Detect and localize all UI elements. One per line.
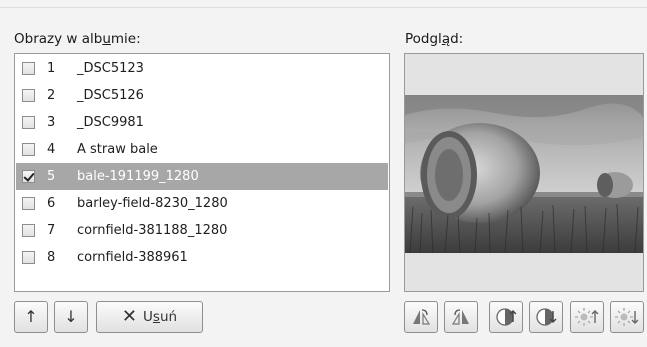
list-item-number: 1: [47, 61, 56, 76]
list-item[interactable]: 7 cornfield-381188_1280: [16, 217, 388, 244]
list-item-checkbox[interactable]: [22, 116, 35, 129]
arrow-down-icon: ↓: [64, 307, 78, 326]
list-item[interactable]: 3 _DSC9981: [16, 109, 388, 136]
list-item-number: 7: [47, 223, 56, 238]
album-images-label: Obrazy w albumie:: [14, 31, 141, 47]
list-item-name: A straw bale: [77, 142, 158, 157]
list-item-number: 6: [47, 196, 56, 211]
list-item-checkbox[interactable]: [22, 143, 35, 156]
list-item[interactable]: 6 barley-field-8230_1280: [16, 190, 388, 217]
list-item-name: _DSC5123: [77, 61, 144, 76]
list-item-checkbox[interactable]: [22, 62, 35, 75]
rotate-left-button[interactable]: [404, 301, 438, 333]
list-item-name: _DSC9981: [77, 115, 144, 130]
image-preview: [404, 53, 644, 292]
list-item-number: 5: [47, 169, 56, 184]
list-item[interactable]: 1 _DSC5123: [16, 55, 388, 82]
list-item-name: bale-191199_1280: [77, 169, 199, 184]
increase-brightness-button[interactable]: [570, 301, 604, 333]
list-item-selected[interactable]: 5 bale-191199_1280: [16, 163, 388, 190]
rotate-right-button[interactable]: [444, 301, 478, 333]
list-item[interactable]: 8 cornfield-388961: [16, 244, 388, 271]
list-item-number: 3: [47, 115, 56, 130]
album-image-list[interactable]: 1 _DSC5123 2 _DSC5126 3 _DSC9981 4 A str…: [14, 53, 390, 292]
remove-button-label: Usuń: [143, 309, 178, 325]
top-divider: [0, 7, 647, 8]
list-item-checkbox[interactable]: [22, 170, 35, 183]
list-item[interactable]: 2 _DSC5126: [16, 82, 388, 109]
decrease-brightness-icon: [615, 308, 639, 326]
arrow-up-icon: ↑: [24, 307, 38, 326]
list-item-number: 8: [47, 250, 56, 265]
list-item-checkbox[interactable]: [22, 224, 35, 237]
list-item-checkbox[interactable]: [22, 251, 35, 264]
list-item-name: cornfield-381188_1280: [77, 223, 228, 238]
move-down-button[interactable]: ↓: [54, 301, 88, 333]
increase-contrast-button[interactable]: [489, 301, 523, 333]
list-item-number: 4: [47, 142, 56, 157]
preview-photo: [405, 95, 643, 253]
list-item-checkbox[interactable]: [22, 89, 35, 102]
increase-contrast-icon: [496, 308, 517, 326]
list-item-name: barley-field-8230_1280: [77, 196, 228, 211]
list-item-number: 2: [47, 88, 56, 103]
remove-button[interactable]: ✕ Usuń: [96, 301, 203, 333]
rotate-right-icon: [451, 309, 469, 325]
list-item-checkbox[interactable]: [22, 197, 35, 210]
increase-brightness-icon: [575, 308, 599, 326]
x-icon: ✕: [121, 306, 138, 327]
move-up-button[interactable]: ↑: [14, 301, 48, 333]
list-item-name: cornfield-388961: [77, 250, 188, 265]
decrease-brightness-button[interactable]: [610, 301, 644, 333]
preview-label: Podgląd:: [405, 31, 464, 47]
rotate-left-icon: [413, 309, 431, 325]
decrease-contrast-button[interactable]: [529, 301, 563, 333]
list-item-name: _DSC5126: [77, 88, 144, 103]
list-item[interactable]: 4 A straw bale: [16, 136, 388, 163]
decrease-contrast-icon: [536, 308, 557, 326]
